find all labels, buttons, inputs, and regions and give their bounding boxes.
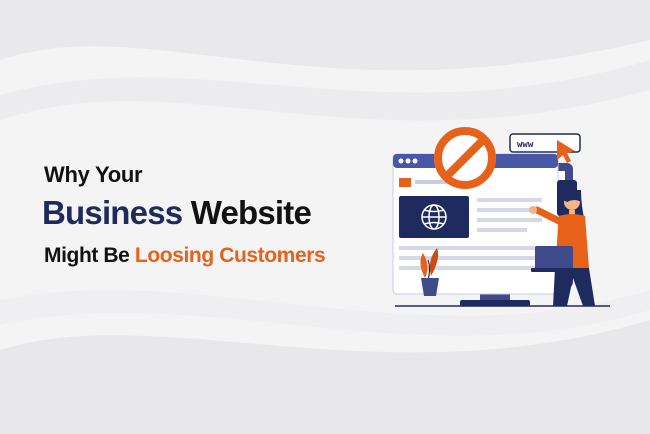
headline-word-business: Business xyxy=(42,194,183,231)
window-dot-1 xyxy=(398,158,404,164)
headline-word-website: Website xyxy=(190,194,312,231)
blocked-sign-icon xyxy=(434,127,496,189)
headline-line-1: Why Your xyxy=(44,162,143,187)
laptop-icon xyxy=(535,246,573,270)
window-dot-2 xyxy=(405,158,411,164)
headline-might-be: Might Be xyxy=(44,244,130,267)
url-bar-text: www xyxy=(517,140,534,150)
headline-loosing-customers: Loosing Customers xyxy=(134,244,326,267)
headline-line-3: Might Be Loosing Customers xyxy=(44,244,326,268)
headline-line-2: Business Website xyxy=(42,194,312,232)
window-dot-3 xyxy=(412,158,418,164)
illustration: www xyxy=(392,127,610,307)
